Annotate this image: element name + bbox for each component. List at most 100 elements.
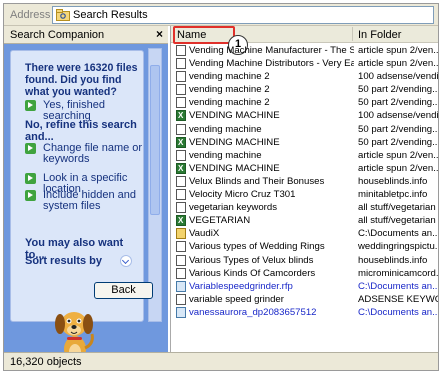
address-bar: Address Search Results — [4, 4, 438, 26]
address-label: Address — [10, 9, 51, 21]
table-row[interactable]: vegetarian keywords all stuff/vegetarian — [171, 201, 438, 214]
search-results-window: Address Search Results Search Companion … — [3, 3, 439, 371]
address-field[interactable]: Search Results — [52, 6, 434, 24]
table-row[interactable]: VEGETARIAN all stuff/vegetarian — [171, 214, 438, 227]
file-folder: minitabletpc.info — [358, 189, 428, 201]
file-name: variable speed grinder — [189, 293, 284, 305]
table-row[interactable]: vanessaurora_dp2083657512 C:\Documents an… — [171, 306, 438, 319]
document-icon — [176, 71, 186, 83]
image-file-icon — [176, 280, 186, 292]
table-row[interactable]: VENDING MACHINE article spun 2/ven... — [171, 162, 438, 175]
file-folder: C:\Documents an... — [358, 280, 438, 292]
status-bar: 16,320 objects — [4, 352, 438, 370]
document-icon — [176, 189, 186, 201]
companion-scrollbar[interactable] — [148, 48, 162, 322]
name-column-highlight — [173, 26, 235, 44]
file-folder: 50 part 2/vending... — [358, 97, 438, 109]
file-folder: article spun 2/ven... — [358, 45, 438, 56]
file-name: VENDING MACHINE — [189, 162, 280, 174]
search-dog-icon — [55, 312, 94, 352]
file-folder: 50 part 2/vending... — [358, 123, 438, 135]
file-folder: microminicamcord... — [358, 267, 438, 279]
table-row[interactable]: Velux Blinds and Their Bonuses houseblind… — [171, 175, 438, 188]
document-icon — [176, 267, 186, 279]
file-name: Various Types of Velux blinds — [189, 254, 314, 266]
document-icon — [176, 254, 186, 266]
table-row[interactable]: variable speed grinder ADSENSE KEYWO... — [171, 293, 438, 306]
table-row[interactable]: VENDING MACHINE 50 part 2/vending... — [171, 136, 438, 149]
program-icon — [176, 228, 186, 240]
file-name: VaudiX — [189, 228, 220, 240]
table-row[interactable]: Various Types of Velux blinds houseblinds… — [171, 254, 438, 267]
search-folder-icon — [56, 9, 70, 21]
file-folder: weddingringspictu... — [358, 241, 438, 253]
refine-heading: No, refine this search and... — [25, 119, 137, 143]
document-icon — [176, 293, 186, 305]
file-name: Variablespeedgrinder.rfp — [189, 280, 293, 292]
file-folder: all stuff/vegetarian — [358, 202, 436, 214]
table-row[interactable]: VENDING MACHINE 100 adsense/vendi... — [171, 109, 438, 122]
document-icon — [176, 149, 186, 161]
file-name: vanessaurora_dp2083657512 — [189, 306, 317, 318]
green-arrow-icon — [25, 100, 36, 111]
file-name: Various Kinds Of Camcorders — [189, 267, 316, 279]
table-row[interactable]: vending machine 2 100 adsense/vendi... — [171, 70, 438, 83]
sort-results-label[interactable]: Sort results by — [25, 255, 102, 267]
file-folder: C:\Documents an... — [358, 306, 438, 318]
table-row[interactable]: Various types of Wedding Rings weddingrin… — [171, 240, 438, 253]
companion-header: Search Companion × — [4, 26, 168, 44]
scrollbar-thumb[interactable] — [150, 65, 160, 215]
file-name: VENDING MACHINE — [189, 110, 280, 122]
file-folder: C:\Documents an... — [358, 228, 438, 240]
green-arrow-icon — [25, 143, 36, 154]
column-in-folder[interactable]: In Folder — [358, 29, 401, 41]
file-name: VEGETARIAN — [189, 215, 251, 227]
document-icon — [176, 97, 186, 109]
file-folder: houseblinds.info — [358, 254, 428, 266]
file-name: Velux Blinds and Their Bonuses — [189, 175, 325, 187]
search-results-list: Name In Folder 1 Vending Machine Manufac… — [170, 26, 438, 352]
file-name: vending machine 2 — [189, 71, 270, 83]
document-icon — [176, 45, 186, 56]
file-folder: 100 adsense/vendi... — [358, 71, 438, 83]
document-icon — [176, 241, 186, 253]
table-row[interactable]: Velocity Micro Cruz T301 minitabletpc.inf… — [171, 188, 438, 201]
table-row[interactable]: Various Kinds Of Camcorders microminicamc… — [171, 267, 438, 280]
green-arrow-icon — [25, 173, 36, 184]
table-row[interactable]: vending machine 2 50 part 2/vending... — [171, 83, 438, 96]
table-row[interactable]: VaudiX C:\Documents an... — [171, 227, 438, 240]
image-file-icon — [176, 306, 186, 318]
document-icon — [176, 175, 186, 187]
file-folder: 50 part 2/vending... — [358, 136, 438, 148]
file-name: Various types of Wedding Rings — [189, 241, 325, 253]
file-name: VENDING MACHINE — [189, 136, 280, 148]
back-button[interactable]: Back — [94, 282, 153, 299]
file-folder: article spun 2/ven... — [358, 58, 438, 70]
document-icon — [176, 84, 186, 96]
table-row[interactable]: vending machine article spun 2/ven... — [171, 149, 438, 162]
green-arrow-icon — [25, 190, 36, 201]
file-name: vending machine — [189, 149, 262, 161]
table-row[interactable]: Vending Machine Distributors - Very Eas.… — [171, 57, 438, 70]
result-message: There were 16320 files found. Did you fi… — [25, 62, 138, 98]
file-name: Velocity Micro Cruz T301 — [189, 189, 296, 201]
table-row[interactable]: Vending Machine Manufacturer - The So...… — [171, 44, 438, 57]
file-name: Vending Machine Manufacturer - The So... — [189, 45, 354, 56]
file-folder: houseblinds.info — [358, 175, 428, 187]
file-folder: article spun 2/ven... — [358, 162, 438, 174]
chevron-down-icon[interactable] — [120, 255, 132, 267]
address-value: Search Results — [73, 9, 148, 21]
table-row[interactable]: vending machine 50 part 2/vending... — [171, 123, 438, 136]
file-name: vegetarian keywords — [189, 202, 277, 214]
column-divider[interactable] — [352, 27, 353, 41]
file-name: Vending Machine Distributors - Very Eas.… — [189, 58, 354, 70]
close-icon[interactable]: × — [156, 27, 163, 41]
document-icon — [176, 123, 186, 135]
spreadsheet-icon — [176, 136, 186, 149]
file-name: vending machine — [189, 123, 262, 135]
table-row[interactable]: Variablespeedgrinder.rfp C:\Documents an.… — [171, 280, 438, 293]
table-row[interactable]: vending machine 2 50 part 2/vending... — [171, 96, 438, 109]
results-rows: Vending Machine Manufacturer - The So...… — [171, 44, 438, 319]
spreadsheet-icon — [176, 109, 186, 122]
search-companion-pane: Search Companion × There were 16320 file… — [4, 26, 168, 352]
